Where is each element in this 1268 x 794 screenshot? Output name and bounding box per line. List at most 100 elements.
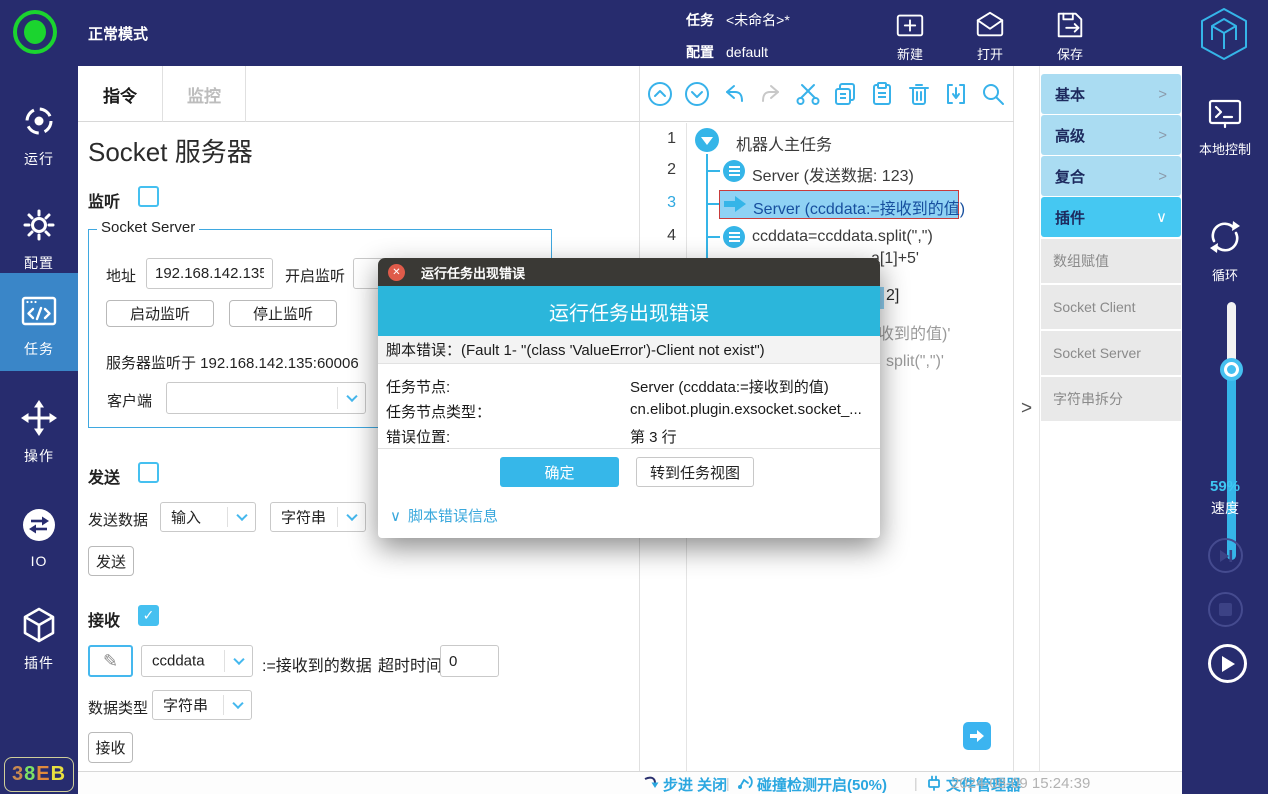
sidebar-item-label: 配置 — [24, 253, 54, 273]
sidebar-item-config[interactable]: 配置 — [0, 188, 78, 284]
send-button[interactable]: 发送 — [88, 546, 134, 576]
speed-slider-fill[interactable] — [1227, 366, 1236, 560]
line-number: 1 — [640, 130, 676, 148]
tree-toolbar — [640, 66, 1014, 122]
send-checkbox[interactable] — [138, 462, 159, 483]
stop-listen-button[interactable]: 停止监听 — [229, 300, 337, 327]
config-name: default — [726, 44, 768, 60]
tree-row[interactable]: Server (ccddata:=接收到的值) — [753, 195, 965, 219]
chevron-down-icon — [236, 510, 247, 521]
tree-row[interactable]: Server (发送数据: 123) — [752, 162, 914, 186]
accordion-section-plugin[interactable]: 插件 ∨ — [1041, 197, 1181, 237]
sidebar-item-label: 操作 — [24, 446, 54, 466]
section-label: 插件 — [1055, 207, 1085, 228]
code-window-icon — [20, 292, 58, 333]
sidebar-item-run[interactable]: 运行 — [0, 84, 78, 180]
undo-icon[interactable] — [721, 81, 747, 107]
receive-checkbox[interactable]: ✓ — [138, 605, 159, 626]
sidebar-item-task[interactable]: 任务 — [0, 273, 78, 371]
sidebar-item-operate[interactable]: 操作 — [0, 381, 78, 477]
open-label: 打开 — [977, 44, 1003, 63]
save-task-button[interactable]: 保存 — [1038, 6, 1102, 62]
script-error-expander[interactable]: ∨ 脚本错误信息 — [390, 505, 498, 526]
timeout-input[interactable] — [440, 645, 499, 677]
loop-icon — [1206, 218, 1244, 259]
sidebar-item-io[interactable]: IO — [0, 486, 78, 582]
node-item-socket-client[interactable]: Socket Client — [1041, 285, 1181, 329]
step-icon — [643, 775, 659, 794]
badge-char: 8 — [24, 763, 36, 786]
accordion-section-compound[interactable]: 复合 > — [1041, 156, 1181, 196]
client-dropdown[interactable] — [166, 382, 366, 414]
redo-icon[interactable] — [758, 81, 784, 107]
step-mode-label: 步进 关闭 — [663, 774, 727, 794]
paste-icon[interactable] — [869, 81, 895, 107]
separator: | — [914, 775, 918, 791]
tree-row-fragment: 收到的值)' — [878, 320, 950, 344]
stop-button[interactable] — [1208, 592, 1243, 627]
collapse-panel-chevron[interactable]: > — [1021, 398, 1032, 420]
address-input[interactable] — [146, 258, 273, 289]
tree-connector — [706, 236, 720, 238]
node-item-socket-server[interactable]: Socket Server — [1041, 331, 1181, 375]
node-item-string-split[interactable]: 字符串拆分 — [1041, 377, 1181, 421]
open-task-button[interactable]: 打开 — [958, 6, 1022, 62]
receive-button[interactable]: 接收 — [88, 732, 133, 763]
listen-label: 监听 — [88, 188, 120, 212]
listen-checkbox[interactable] — [138, 186, 159, 207]
goto-task-view-button[interactable]: 转到任务视图 — [636, 457, 754, 487]
exec-arrow-icon — [723, 194, 747, 219]
collapse-node-icon[interactable] — [695, 128, 719, 152]
tree-row[interactable]: 机器人主任务 — [736, 131, 832, 155]
dialog-titlebar[interactable]: ✕ 运行任务出现错误 — [378, 258, 880, 286]
accordion-section-basic[interactable]: 基本 > — [1041, 74, 1181, 114]
tab-monitor[interactable]: 监控 — [163, 66, 246, 122]
sidebar-item-plugin[interactable]: 插件 — [0, 588, 78, 684]
close-icon[interactable]: ✕ — [388, 264, 405, 281]
tab-instruction[interactable]: 指令 — [78, 66, 163, 122]
node-menu-icon[interactable] — [723, 160, 745, 182]
move-up-icon[interactable] — [647, 81, 673, 107]
cut-icon[interactable] — [795, 81, 821, 107]
accordion-section-advanced[interactable]: 高级 > — [1041, 115, 1181, 155]
task-line: 任务<未命名>* — [686, 10, 790, 30]
move-down-icon[interactable] — [684, 81, 710, 107]
insert-icon[interactable] — [943, 81, 969, 107]
loop-button[interactable]: 循环 — [1182, 212, 1268, 284]
tree-connector — [706, 203, 720, 205]
config-line: 配置default — [686, 42, 768, 62]
node-item-array-assign[interactable]: 数组赋值 — [1041, 239, 1181, 283]
ok-button[interactable]: 确定 — [500, 457, 619, 487]
edit-variable-button[interactable]: ✎ — [88, 645, 133, 677]
play-button[interactable] — [1208, 644, 1247, 683]
collision-status[interactable]: 碰撞检测开启(50%) — [736, 774, 887, 794]
datatype-dropdown[interactable]: 字符串 — [152, 690, 252, 720]
new-task-button[interactable]: 新建 — [878, 6, 942, 62]
copy-icon[interactable] — [832, 81, 858, 107]
dialog-header: 运行任务出现错误 — [378, 286, 880, 336]
field-label: 任务节点类型： — [386, 401, 491, 422]
send-type-dropdown[interactable]: 字符串 — [270, 502, 366, 532]
chevron-right-icon: > — [1158, 127, 1167, 144]
scroll-to-pointer-button[interactable] — [963, 722, 991, 750]
step-mode-status[interactable]: 步进 关闭 — [643, 774, 727, 794]
local-control-button[interactable]: 本地控制 — [1182, 92, 1268, 158]
new-icon — [894, 9, 926, 41]
delete-icon[interactable] — [906, 81, 932, 107]
tree-row[interactable]: ccddata=ccddata.split(",") — [752, 228, 933, 246]
enable-listen-label: 开启监听 — [285, 265, 345, 286]
send-source-dropdown[interactable]: 输入 — [160, 502, 256, 532]
step-next-button[interactable] — [1208, 538, 1243, 573]
node-menu-icon[interactable] — [723, 226, 745, 248]
gear-icon — [20, 206, 58, 247]
datetime: 2024-08-09 15:24:39 — [951, 775, 1090, 792]
chevron-right-icon: > — [1158, 168, 1167, 185]
speed-slider-thumb[interactable] — [1220, 358, 1243, 381]
task-label: 任务 — [686, 12, 714, 28]
collision-label: 碰撞检测开启(50%) — [757, 774, 887, 794]
expander-label: 脚本错误信息 — [408, 505, 498, 526]
start-listen-button[interactable]: 启动监听 — [106, 300, 214, 327]
search-icon[interactable] — [980, 81, 1006, 107]
receive-var-dropdown[interactable]: ccddata — [141, 645, 253, 677]
error-dialog: ✕ 运行任务出现错误 运行任务出现错误 脚本错误：(Fault 1- "(cla… — [378, 258, 880, 538]
